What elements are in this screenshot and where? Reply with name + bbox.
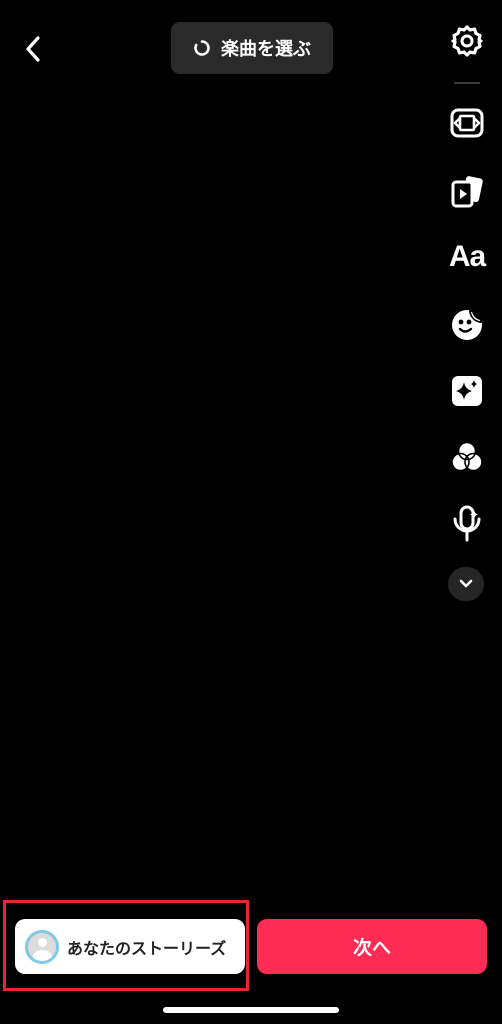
cards-play-icon bbox=[451, 176, 483, 208]
frame-flip-icon bbox=[450, 108, 484, 138]
settings-button[interactable] bbox=[446, 20, 488, 62]
text-icon: Aa bbox=[448, 240, 486, 273]
sparkle-box-icon bbox=[452, 376, 482, 406]
chevron-down-icon bbox=[459, 579, 473, 588]
avatar bbox=[25, 929, 59, 964]
chevron-left-icon bbox=[26, 36, 40, 62]
next-button[interactable]: 次へ bbox=[257, 919, 487, 974]
select-music-button[interactable]: 楽曲を選ぶ bbox=[171, 22, 333, 74]
your-stories-button[interactable]: あなたのストーリーズ bbox=[15, 919, 245, 974]
back-button[interactable] bbox=[16, 30, 50, 68]
filters-button[interactable] bbox=[446, 436, 488, 478]
toolbar-divider bbox=[454, 82, 480, 84]
next-label: 次へ bbox=[352, 937, 391, 959]
flip-frame-button[interactable] bbox=[446, 102, 488, 144]
your-stories-label: あなたのストーリーズ bbox=[67, 938, 227, 958]
select-music-label: 楽曲を選ぶ bbox=[221, 39, 311, 60]
home-indicator[interactable] bbox=[163, 1007, 339, 1013]
voice-effect-mic-icon bbox=[453, 505, 481, 542]
templates-button[interactable] bbox=[446, 170, 488, 212]
voice-effects-button[interactable] bbox=[446, 503, 488, 545]
filter-circles-icon bbox=[451, 441, 483, 472]
text-button[interactable]: Aa bbox=[446, 236, 488, 278]
more-tools-button[interactable] bbox=[448, 567, 484, 601]
stickers-button[interactable] bbox=[446, 304, 488, 346]
gear-icon bbox=[451, 25, 483, 57]
sticker-icon bbox=[452, 310, 482, 340]
refresh-circle-icon bbox=[194, 40, 210, 56]
effects-button[interactable] bbox=[446, 370, 488, 412]
